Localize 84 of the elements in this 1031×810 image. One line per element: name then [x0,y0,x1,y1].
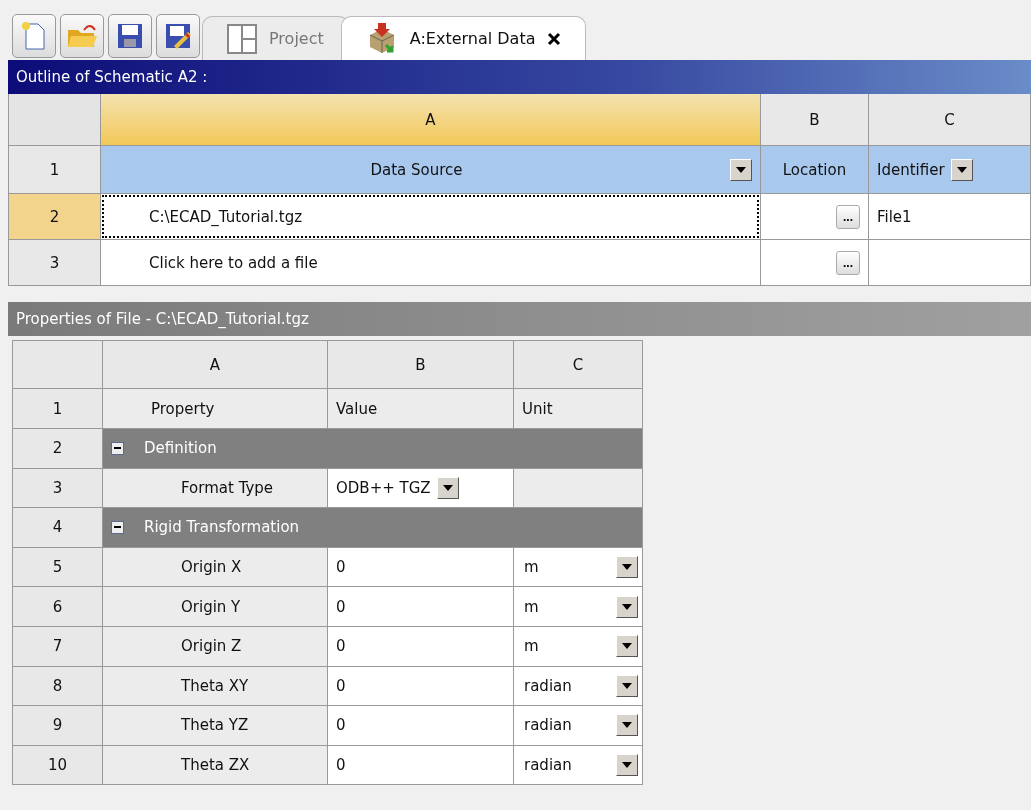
row-number: 7 [13,626,103,667]
property-name: Theta YZ [103,706,328,746]
close-icon[interactable] [547,31,562,46]
row-number[interactable]: 3 [9,240,101,286]
layout-panel-icon [227,23,257,54]
dropdown-arrow-icon [622,564,632,571]
dropdown-arrow-icon [736,166,746,173]
dropdown-button[interactable] [616,674,638,697]
group-label: Definition [144,439,217,458]
dropdown-arrow-icon [622,603,632,610]
value-field[interactable]: 0 [328,706,514,746]
value-field[interactable]: 0 [328,547,514,588]
column-header[interactable]: B [761,94,869,146]
column-header[interactable]: A [101,94,761,146]
property-name: Origin X [103,547,328,588]
unit-dropdown[interactable]: radian [514,706,643,746]
new-file-icon [21,21,47,51]
dropdown-arrow-icon [956,166,967,173]
unit-dropdown[interactable]: radian [514,745,643,786]
row-number: 1 [13,389,103,429]
row-number: 1 [9,146,101,194]
column-title: Data Source [101,146,761,194]
property-name: Theta XY [103,666,328,707]
property-name: Format Type [103,468,328,509]
dropdown-arrow-icon [622,722,632,729]
dropdown-button[interactable] [616,714,638,737]
column-title: Identifier [869,146,1031,194]
row-number: 3 [13,468,103,509]
toolbar-button[interactable] [156,14,200,58]
edit-document-icon [164,22,192,50]
row-number: 8 [13,666,103,707]
browse-button[interactable]: ... [836,204,860,229]
browse-button[interactable]: ... [836,250,860,275]
toolbar-button[interactable] [108,14,152,58]
dropdown-button[interactable] [616,635,638,658]
group-label: Rigid Transformation [144,518,300,537]
value-field[interactable]: 0 [328,587,514,627]
collapse-toggle[interactable] [111,521,124,534]
table-cell: File1 [869,194,1031,240]
column-title: Property [103,389,328,429]
dropdown-button[interactable] [730,158,752,181]
dropdown-arrow-icon [622,682,632,689]
column-header: C [514,341,643,389]
open-folder-icon [66,22,98,50]
value-field[interactable]: 0 [328,745,514,786]
unit-dropdown[interactable]: m [514,587,643,627]
row-number[interactable]: 2 [9,194,101,240]
row-number: 9 [13,706,103,746]
collapse-toggle[interactable] [111,441,124,455]
row-number: 6 [13,587,103,627]
column-title: Location [761,146,869,194]
property-name: Theta ZX [103,745,328,786]
column-title: Value [328,389,514,429]
dropdown-button[interactable] [616,754,638,777]
dropdown-arrow-icon [442,484,453,491]
dropdown-button[interactable] [616,595,638,618]
minus-icon [114,526,121,529]
minus-icon [114,447,121,450]
value-field[interactable]: 0 [328,626,514,667]
unit-dropdown[interactable]: m [514,547,643,588]
unit-dropdown[interactable]: radian [514,666,643,707]
dropdown-field[interactable]: ODB++ TGZ [328,468,514,509]
dropdown-button[interactable] [616,556,638,579]
table-cell[interactable]: Click here to add a file [101,240,761,286]
panel-title: Outline of Schematic A2 : [8,60,1031,94]
dropdown-button[interactable] [436,476,459,499]
column-header[interactable]: C [869,94,1031,146]
property-name: Origin Z [103,626,328,667]
dropdown-button[interactable] [950,158,973,181]
column-header: B [328,341,514,389]
column-title: Unit [514,389,643,429]
dropdown-arrow-icon [622,762,632,769]
property-name: Origin Y [103,587,328,627]
row-number: 10 [13,745,103,786]
value-field[interactable]: 0 [328,666,514,707]
tab[interactable]: A:External Data [340,16,587,60]
column-header: A [103,341,328,389]
row-number: 4 [13,508,103,548]
row-number: 5 [13,547,103,588]
dropdown-arrow-icon [622,643,632,650]
row-number: 2 [13,429,103,469]
table-cell[interactable]: C:\ECAD_Tutorial.tgz [101,194,761,240]
panel-title: Properties of File - C:\ECAD_Tutorial.tgz [8,302,1031,336]
unit-dropdown[interactable]: m [514,626,643,667]
